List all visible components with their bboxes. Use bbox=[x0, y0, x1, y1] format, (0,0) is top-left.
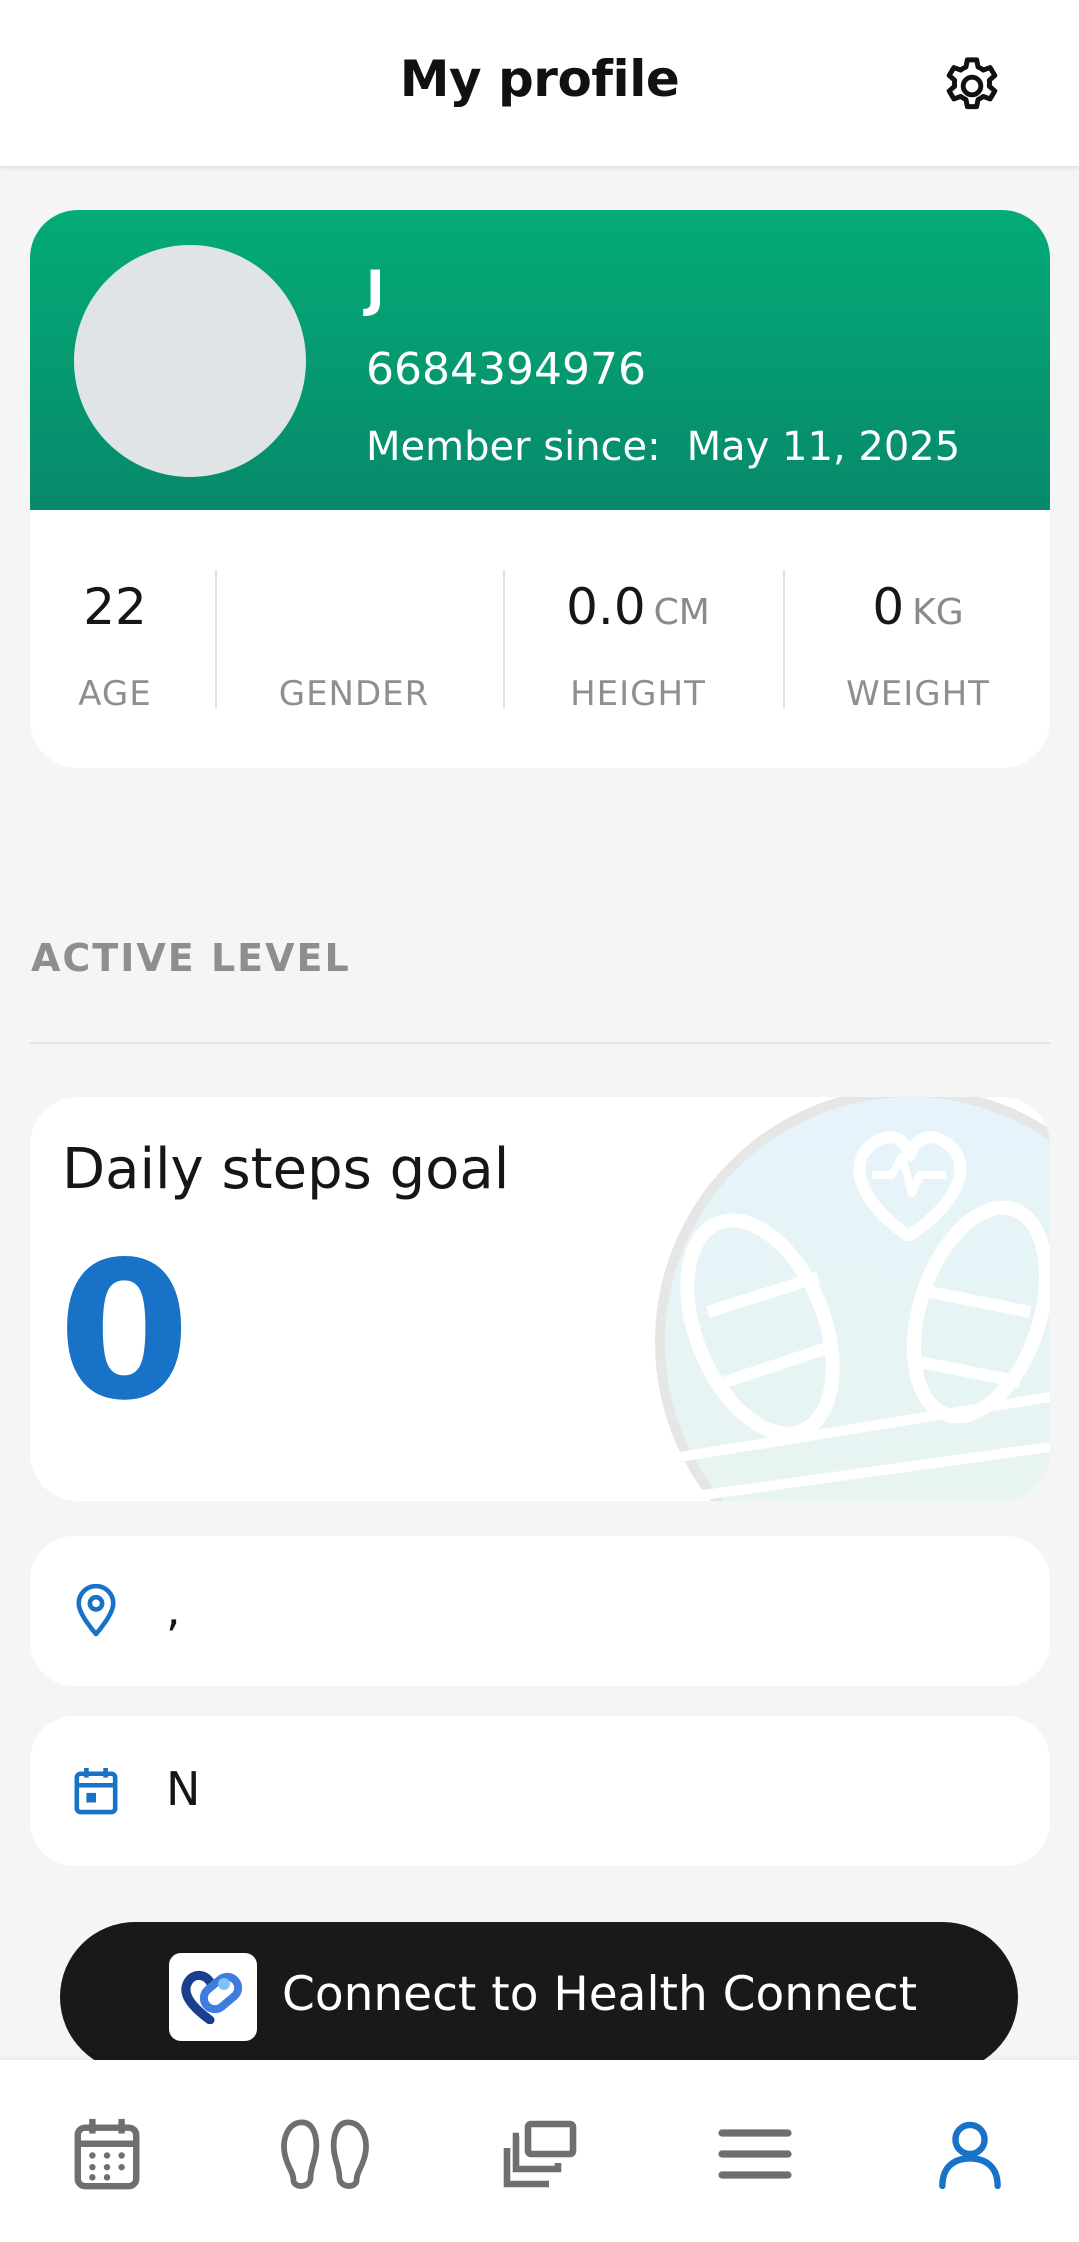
section-divider bbox=[30, 1042, 1050, 1044]
nav-profile[interactable] bbox=[920, 2104, 1020, 2204]
calendar-text: N bbox=[166, 1762, 201, 1816]
stat-weight[interactable]: 0 KG WEIGHT bbox=[786, 510, 1050, 768]
menu-icon bbox=[718, 2129, 792, 2179]
connect-label: Connect to Health Connect bbox=[282, 1967, 918, 2022]
nav-menu[interactable] bbox=[705, 2104, 805, 2204]
page-title: My profile bbox=[399, 50, 680, 108]
user-name: J bbox=[366, 260, 385, 318]
bottom-navigation bbox=[0, 2060, 1079, 2242]
profile-screen: My profile J 6684394976 Member since: May… bbox=[0, 0, 1079, 2242]
calendar-icon bbox=[66, 1761, 126, 1821]
location-text: , bbox=[166, 1582, 181, 1636]
stat-divider bbox=[783, 570, 785, 708]
stat-divider bbox=[503, 570, 505, 708]
footprints-heart-illustration bbox=[655, 1097, 1050, 1501]
stat-age[interactable]: 22 AGE bbox=[30, 510, 200, 768]
gallery-icon bbox=[503, 2120, 577, 2188]
location-row[interactable]: , bbox=[30, 1536, 1050, 1686]
avatar[interactable] bbox=[74, 245, 306, 477]
active-level-heading: ACTIVE LEVEL bbox=[31, 936, 351, 980]
stats-row: 22 AGE GENDER 0.0 CM HEIGHT 0 KG WEIGHT bbox=[30, 510, 1050, 768]
nav-calendar[interactable] bbox=[57, 2104, 157, 2204]
app-header: My profile bbox=[0, 0, 1079, 166]
connect-health-connect-button[interactable]: Connect to Health Connect bbox=[60, 1922, 1018, 2072]
nav-gallery[interactable] bbox=[490, 2104, 590, 2204]
member-since: Member since: May 11, 2025 bbox=[366, 424, 960, 470]
weight-unit: KG bbox=[912, 592, 964, 633]
height-unit: CM bbox=[653, 592, 710, 633]
calendar-icon bbox=[74, 2118, 140, 2190]
height-value: 0.0 bbox=[566, 578, 646, 636]
stat-height[interactable]: 0.0 CM HEIGHT bbox=[506, 510, 770, 768]
gender-label: GENDER bbox=[278, 674, 430, 714]
stat-gender[interactable]: GENDER bbox=[218, 510, 490, 768]
daily-steps-card[interactable]: Daily steps goal 0 bbox=[30, 1097, 1050, 1501]
height-value-row: 0.0 CM bbox=[506, 578, 770, 636]
weight-label: WEIGHT bbox=[846, 674, 990, 714]
weight-value: 0 bbox=[872, 578, 905, 636]
weight-value-row: 0 KG bbox=[786, 578, 1050, 636]
age-value: 22 bbox=[83, 578, 147, 636]
member-since-label: Member since: bbox=[366, 424, 661, 470]
height-label: HEIGHT bbox=[570, 674, 706, 714]
nav-steps[interactable] bbox=[275, 2104, 375, 2204]
location-pin-icon bbox=[66, 1581, 126, 1641]
footprints-icon bbox=[281, 2119, 369, 2189]
birthday-row[interactable]: N bbox=[30, 1716, 1050, 1866]
settings-button[interactable] bbox=[934, 48, 1010, 124]
profile-icon bbox=[939, 2121, 1001, 2189]
steps-title: Daily steps goal bbox=[62, 1137, 510, 1202]
user-phone: 6684394976 bbox=[366, 344, 646, 395]
profile-banner: J 6684394976 Member since: May 11, 2025 bbox=[30, 210, 1050, 510]
stat-divider bbox=[215, 570, 217, 708]
age-label: AGE bbox=[78, 674, 152, 714]
member-since-date: May 11, 2025 bbox=[686, 424, 961, 470]
profile-card: J 6684394976 Member since: May 11, 2025 2… bbox=[30, 210, 1050, 768]
gear-icon bbox=[946, 57, 998, 110]
steps-goal-value: 0 bbox=[58, 1221, 191, 1442]
health-connect-logo bbox=[169, 1953, 257, 2041]
